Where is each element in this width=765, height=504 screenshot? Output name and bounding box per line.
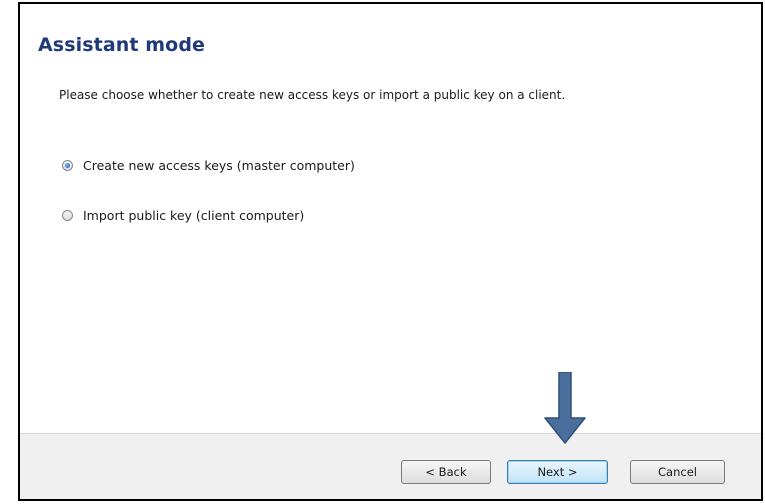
radio-button-unselected[interactable] [62, 210, 73, 221]
down-arrow-icon [544, 372, 586, 444]
cancel-button[interactable]: Cancel [630, 460, 725, 484]
next-button[interactable]: Next > [507, 460, 608, 484]
option-create-new-keys-label: Create new access keys (master computer) [83, 158, 355, 173]
option-create-new-keys[interactable]: Create new access keys (master computer) [62, 158, 355, 173]
page-title: Assistant mode [38, 34, 206, 56]
radio-button-selected[interactable] [62, 160, 73, 171]
assistant-dialog: Assistant mode Please choose whether to … [18, 2, 763, 501]
option-import-public-key-label: Import public key (client computer) [83, 208, 305, 223]
option-import-public-key[interactable]: Import public key (client computer) [62, 208, 304, 223]
instruction-text: Please choose whether to create new acce… [59, 88, 566, 102]
button-bar: < Back Next > Cancel [20, 433, 761, 499]
back-button[interactable]: < Back [401, 460, 491, 484]
